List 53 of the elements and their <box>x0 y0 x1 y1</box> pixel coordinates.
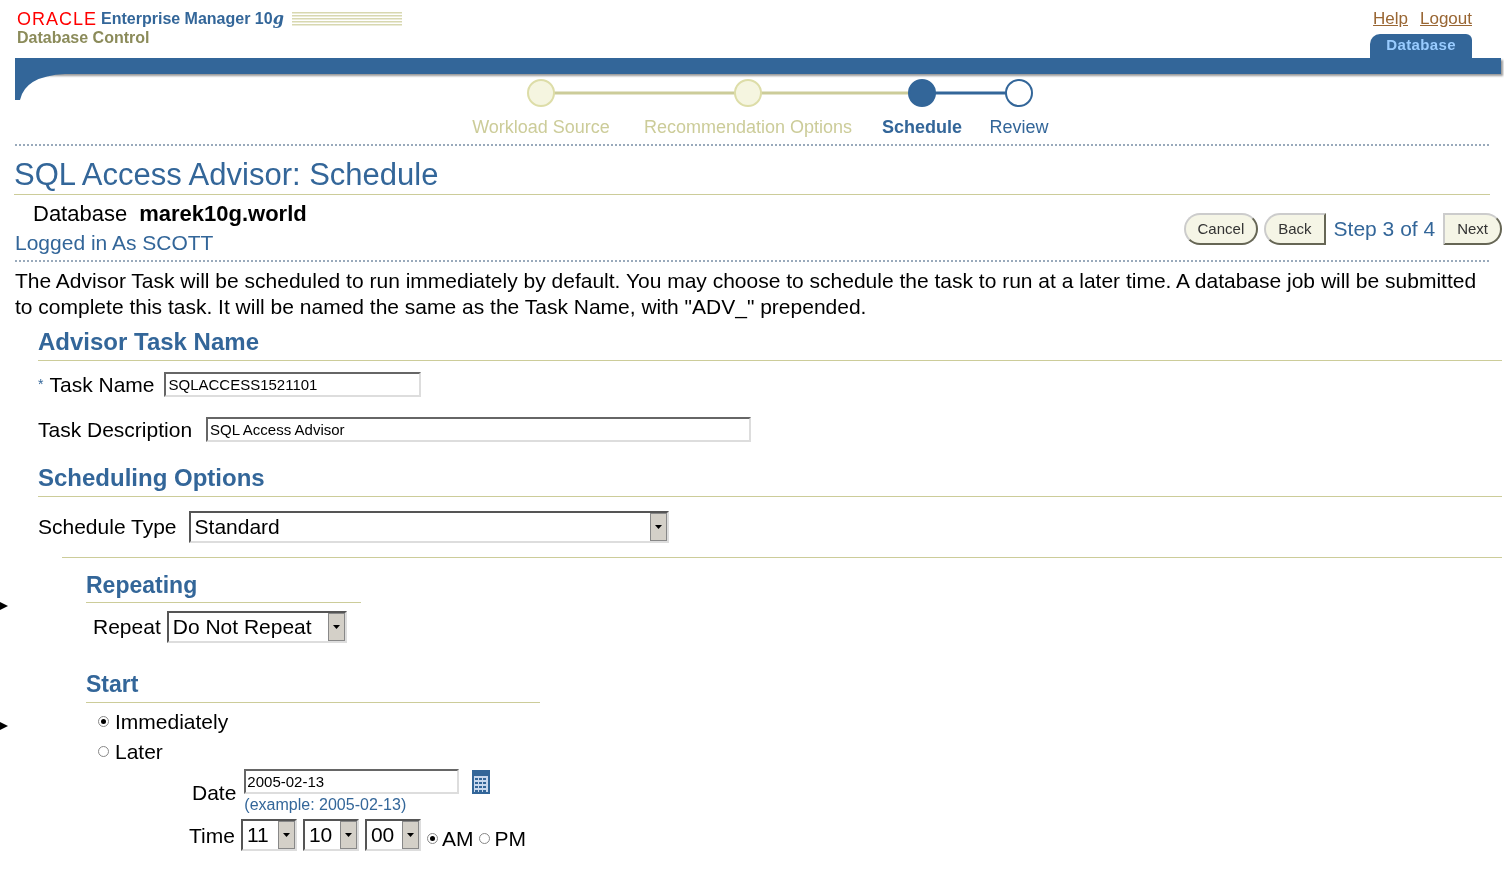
section-heading: Repeating <box>86 571 198 598</box>
radio-button[interactable] <box>98 716 109 727</box>
schedule-type-dropdown[interactable]: Standard <box>188 510 669 543</box>
calendar-icon[interactable] <box>471 768 492 795</box>
header-link[interactable]: Help <box>1373 6 1408 32</box>
product-subtitle: Database Control <box>17 28 151 48</box>
section-heading: Advisor Task Name <box>38 327 259 355</box>
hour-dropdown[interactable]: 11 <box>240 819 297 852</box>
header-link[interactable]: Logout <box>1420 6 1472 32</box>
input-field[interactable]: 2005-02-13 <box>244 768 460 794</box>
radio-button[interactable] <box>479 832 491 844</box>
database-name: marek10g.world <box>139 199 307 228</box>
cancel-button[interactable]: Cancel <box>1183 213 1259 245</box>
radio-label: Later <box>115 738 163 765</box>
field-label: Time <box>189 822 235 849</box>
product-name: Enterprise Manager 10g <box>101 11 284 27</box>
step-indicator: Step 3 of 4 <box>1333 216 1436 243</box>
input-field[interactable]: SQLACCESS1521101 <box>164 371 422 397</box>
section-heading: Start <box>86 671 139 697</box>
next-button[interactable]: Next <box>1443 213 1502 245</box>
oracle-logo: ORACLE <box>17 10 98 28</box>
caret-icon <box>344 833 352 838</box>
caret-icon <box>332 625 340 629</box>
pointer-icon <box>0 601 8 610</box>
step-label[interactable]: Review <box>974 113 1064 141</box>
intro-text: The Advisor Task will be scheduled to run immediately by default. You may choose to schedule the task to run at a later time. A database job will be submitted to complete this task. It will be named the same as the Task Name, with "ADV_" prepended. <box>14 267 1478 320</box>
section-heading: Scheduling Options <box>38 463 265 491</box>
minute-dropdown[interactable]: 10 <box>302 819 359 852</box>
radio-button[interactable] <box>426 832 438 844</box>
caret-icon <box>282 833 290 838</box>
tab[interactable]: Database <box>1370 33 1472 58</box>
date-hint: (example: 2005-02-13) <box>244 794 408 815</box>
database-label: Database <box>33 199 128 228</box>
caret-icon <box>406 833 414 838</box>
required-icon: * <box>38 373 44 395</box>
field-label: Task Name <box>49 371 155 398</box>
radio-label: Immediately <box>115 708 229 735</box>
field-label: Schedule Type <box>38 513 177 540</box>
logged-in-text: Logged in As SCOTT <box>15 229 215 256</box>
input-field[interactable]: SQL Access Advisor <box>206 417 752 443</box>
second-dropdown[interactable]: 00 <box>364 819 421 852</box>
page-title: SQL Access Advisor: Schedule <box>14 155 440 194</box>
field-label: Date <box>192 779 237 806</box>
field-label: Task Description <box>38 417 193 443</box>
field-label: Repeat <box>93 614 161 641</box>
caret-icon <box>654 524 662 529</box>
radio-button[interactable] <box>98 746 109 757</box>
pointer-icon <box>0 721 8 730</box>
radio-label: AM <box>441 825 474 852</box>
step-label[interactable]: Schedule <box>867 113 977 141</box>
repeat-dropdown[interactable]: Do Not Repeat <box>166 611 347 643</box>
radio-label: PM <box>494 825 526 852</box>
back-button[interactable]: Back <box>1264 213 1326 245</box>
